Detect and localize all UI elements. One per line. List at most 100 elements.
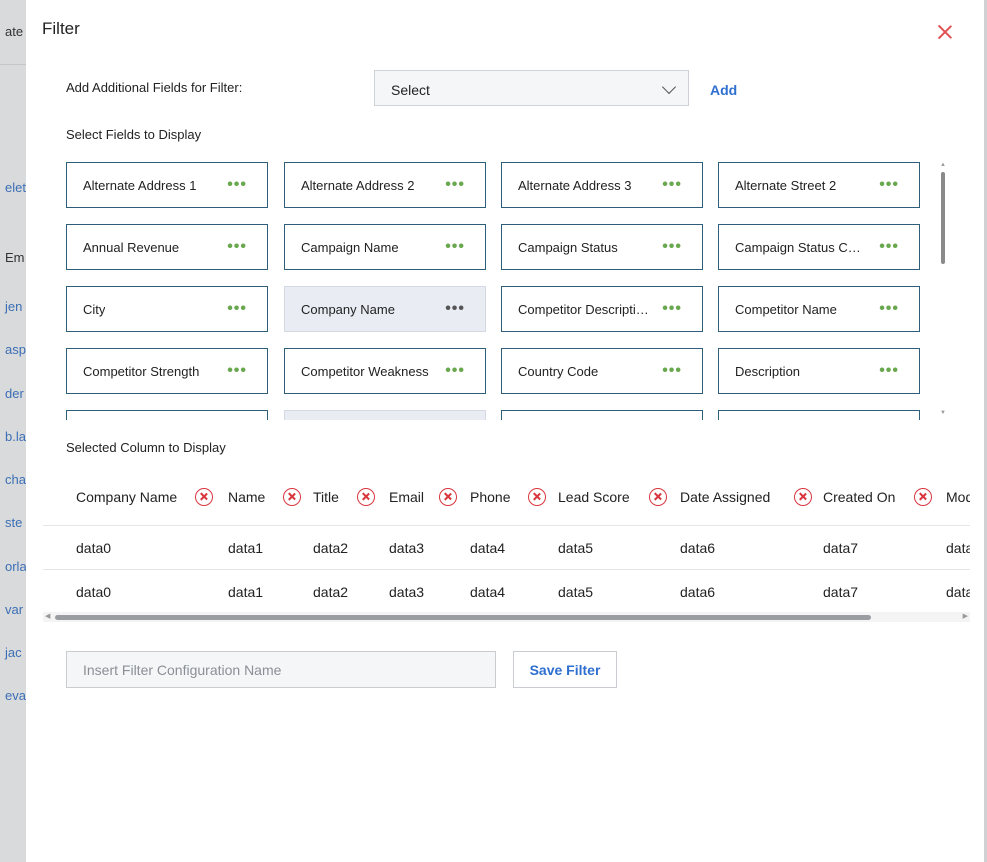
field-card[interactable]: Alternate Address 3 ••• (501, 162, 703, 208)
more-options-icon[interactable]: ••• (445, 176, 465, 194)
field-label: Alternate Address 2 (301, 178, 415, 193)
scrollbar-thumb[interactable] (941, 172, 945, 264)
scroll-right-icon[interactable]: ▶ (963, 612, 968, 620)
field-card[interactable]: Competitor Name ••• (718, 286, 920, 332)
more-options-icon[interactable]: ••• (227, 176, 247, 194)
remove-column-icon[interactable] (439, 488, 457, 506)
more-options-icon[interactable]: ••• (445, 362, 465, 380)
bg-link: var (5, 602, 24, 617)
column-header: Created On (823, 489, 896, 505)
field-card[interactable]: Alternate Address 1 ••• (66, 162, 268, 208)
table-cell: data1 (228, 584, 264, 600)
field-label: Campaign Status (518, 240, 618, 255)
field-card[interactable]: Campaign Name ••• (284, 224, 486, 270)
remove-column-icon[interactable] (195, 488, 213, 506)
scroll-down-icon[interactable]: ▼ (940, 410, 946, 416)
column-header: Email (389, 489, 425, 505)
field-label: Description (735, 364, 801, 379)
field-label: City (83, 302, 106, 317)
more-options-icon[interactable]: ••• (227, 300, 247, 318)
remove-column-icon[interactable] (357, 488, 375, 506)
field-card[interactable]: Company Name ••• (284, 286, 486, 332)
more-options-icon[interactable]: ••• (445, 238, 465, 256)
bg-link: jen (5, 299, 23, 314)
more-options-icon[interactable]: ••• (662, 176, 682, 194)
field-card[interactable]: Competitor Description ••• (501, 286, 703, 332)
field-card[interactable]: Country Code ••• (501, 348, 703, 394)
column-header: Modified On (946, 489, 970, 505)
field-card[interactable]: City ••• (66, 286, 268, 332)
table-cell: data1 (228, 540, 264, 556)
scroll-left-icon[interactable]: ◀ (45, 612, 50, 620)
table-cell: data8 (946, 540, 970, 556)
field-label: Competitor Strength (83, 364, 200, 379)
field-card[interactable]: Competitor Strength ••• (66, 348, 268, 394)
bg-link: jac (5, 645, 22, 660)
table-cell: data3 (389, 584, 425, 600)
chevron-down-icon (661, 79, 677, 95)
remove-column-icon[interactable] (649, 488, 667, 506)
bg-link: der (5, 386, 24, 401)
table-cell: data5 (558, 540, 594, 556)
save-filter-button[interactable]: Save Filter (513, 651, 617, 688)
more-options-icon[interactable]: ••• (227, 362, 247, 380)
more-options-icon[interactable]: ••• (879, 238, 899, 256)
more-options-icon[interactable]: ••• (445, 300, 465, 318)
add-field-button[interactable]: Add (710, 82, 737, 98)
bg-divider (0, 64, 26, 65)
remove-column-icon[interactable] (283, 488, 301, 506)
remove-column-icon[interactable] (528, 488, 546, 506)
background-page: ate elete Em jen asp der b.la cha ste or… (0, 0, 26, 862)
field-card[interactable]: Campaign Status Code ••• (718, 224, 920, 270)
field-card[interactable]: Description ••• (718, 348, 920, 394)
field-label: Competitor Description (518, 302, 650, 317)
more-options-icon[interactable]: ••• (879, 176, 899, 194)
vertical-scrollbar[interactable]: ▲ ▼ (938, 160, 948, 420)
table-cell: data2 (313, 540, 349, 556)
table-cell: data8 (946, 584, 970, 600)
table-row: data0 data1 data2 data3 data4 data5 data6 data7… (66, 570, 970, 610)
horizontal-scrollbar[interactable]: ◀ ▶ (43, 612, 970, 622)
remove-column-icon[interactable] (794, 488, 812, 506)
field-card[interactable]: Competitor Weakness ••• (284, 348, 486, 394)
field-label: Campaign Status Code (735, 240, 867, 255)
field-card[interactable] (718, 410, 920, 420)
table-cell: data3 (389, 540, 425, 556)
field-label: Annual Revenue (83, 240, 180, 255)
bg-text: elete (5, 180, 26, 195)
bg-link: cha (5, 472, 26, 487)
close-icon[interactable] (934, 21, 956, 43)
field-card[interactable] (284, 410, 486, 420)
remove-column-icon[interactable] (914, 488, 932, 506)
more-options-icon[interactable]: ••• (662, 362, 682, 380)
scrollbar-thumb[interactable] (55, 615, 871, 620)
select-value: Select (391, 82, 430, 98)
column-header: Company Name (76, 489, 178, 505)
table-cell: data5 (558, 584, 594, 600)
filter-modal: Filter Add Additional Fields for Filter:… (26, 0, 984, 862)
field-card[interactable]: Alternate Address 2 ••• (284, 162, 486, 208)
field-card[interactable] (501, 410, 703, 420)
field-label: Company Name (301, 302, 395, 317)
more-options-icon[interactable]: ••• (662, 238, 682, 256)
bg-link: asp (5, 342, 26, 357)
field-card[interactable]: Alternate Street 2 ••• (718, 162, 920, 208)
bg-link: ste (5, 515, 23, 530)
more-options-icon[interactable]: ••• (879, 362, 899, 380)
column-header: Phone (470, 489, 511, 505)
field-card[interactable] (66, 410, 268, 420)
column-header: Date Assigned (680, 489, 771, 505)
scroll-up-icon[interactable]: ▲ (940, 162, 946, 168)
selected-columns-header: Company Name Name Title Email Phone Lead Scor… (66, 481, 970, 521)
filter-name-input[interactable] (66, 651, 496, 688)
field-card[interactable]: Annual Revenue ••• (66, 224, 268, 270)
field-select-dropdown[interactable]: Select (374, 70, 689, 106)
more-options-icon[interactable]: ••• (662, 300, 682, 318)
field-card[interactable]: Campaign Status ••• (501, 224, 703, 270)
table-cell: data6 (680, 584, 716, 600)
bg-link: b.la (5, 429, 26, 444)
table-cell: data6 (680, 540, 716, 556)
more-options-icon[interactable]: ••• (879, 300, 899, 318)
more-options-icon[interactable]: ••• (227, 238, 247, 256)
field-label: Alternate Address 1 (83, 178, 197, 193)
